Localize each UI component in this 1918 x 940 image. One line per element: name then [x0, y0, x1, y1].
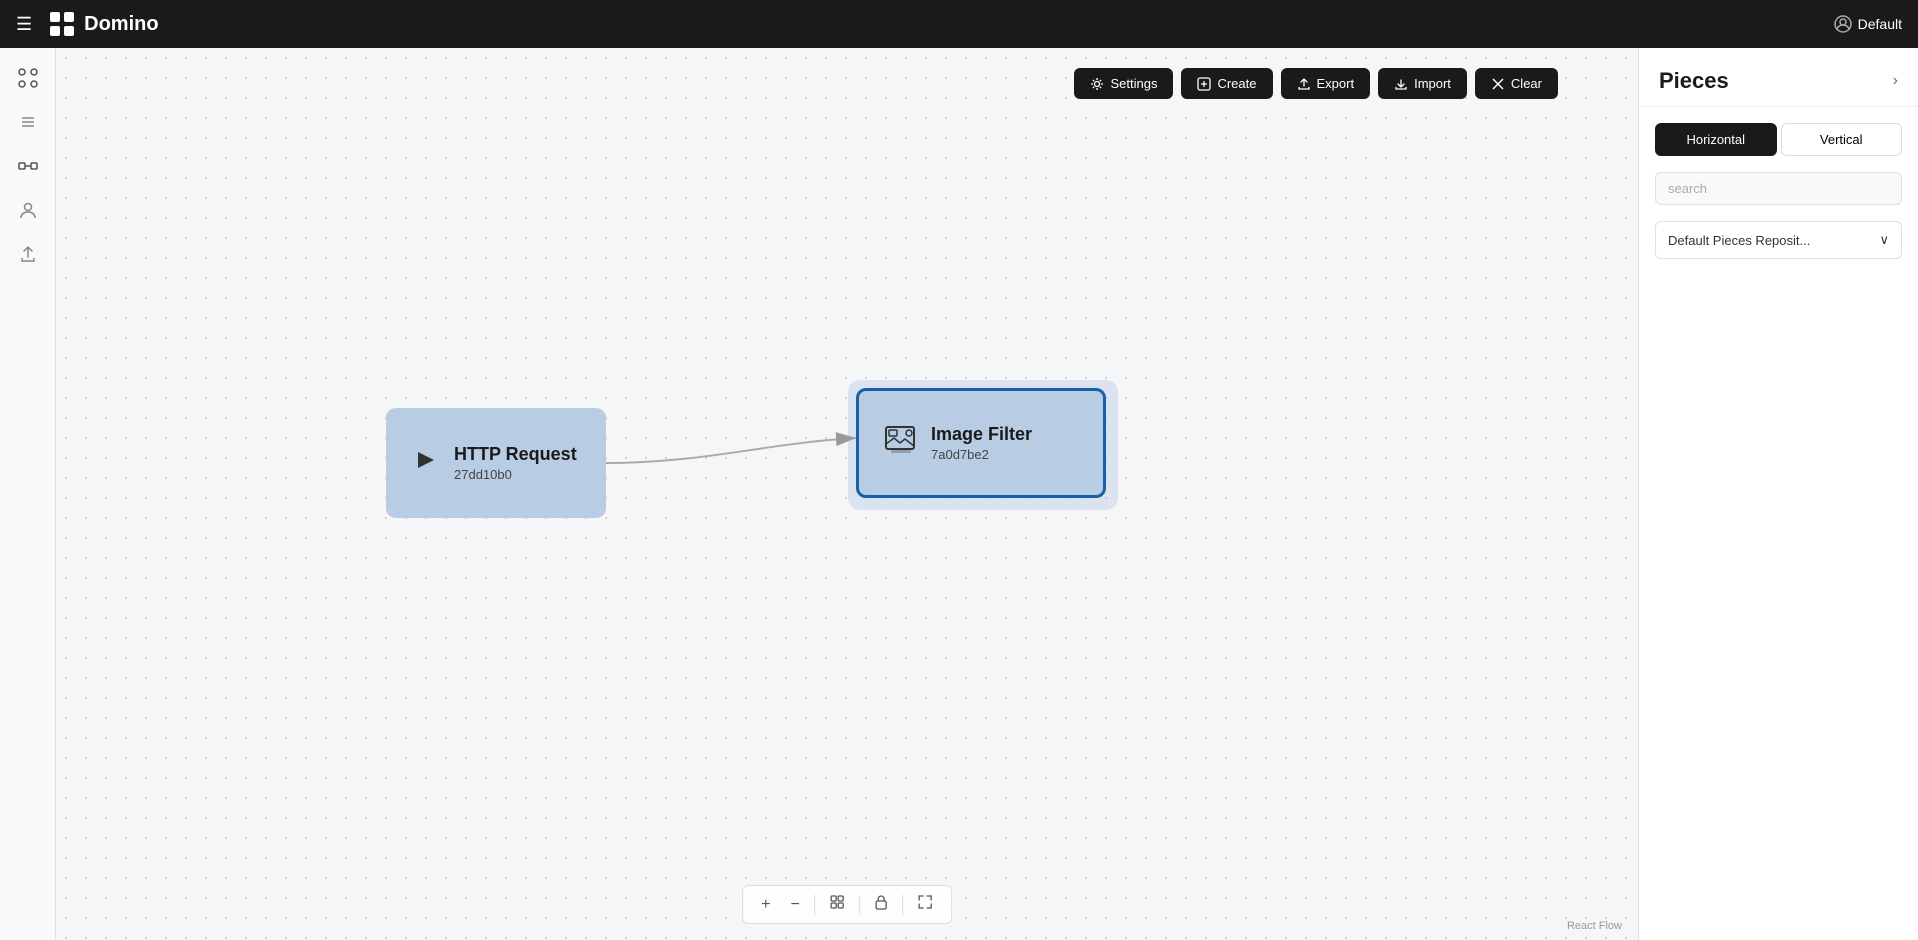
settings-label: Settings [1110, 76, 1157, 91]
chevron-down-icon: ∨ [1879, 232, 1889, 248]
sidebar-item-flow[interactable] [10, 148, 46, 184]
clear-icon [1491, 77, 1505, 91]
app-logo: Domino [48, 10, 158, 38]
export-label: Export [1317, 76, 1355, 91]
logo-icon [48, 10, 76, 38]
http-node-id: 27dd10b0 [454, 467, 577, 482]
clear-button[interactable]: Clear [1475, 68, 1558, 99]
create-label: Create [1217, 76, 1256, 91]
zoom-out-button[interactable]: − [785, 892, 806, 918]
create-icon [1197, 77, 1211, 91]
canvas-controls: + − [742, 885, 952, 924]
app-logo-text: Domino [84, 13, 158, 36]
user-menu[interactable]: Default [1834, 15, 1902, 33]
panel-collapse-button[interactable]: › [1893, 72, 1898, 90]
sidebar-item-export[interactable] [10, 236, 46, 272]
import-icon [1394, 77, 1408, 91]
lock-button[interactable] [868, 890, 894, 919]
nodes-icon [18, 68, 38, 88]
export-button[interactable]: Export [1281, 68, 1371, 99]
import-button[interactable]: Import [1378, 68, 1467, 99]
import-label: Import [1414, 76, 1451, 91]
dropdown-label: Default Pieces Reposit... [1668, 233, 1810, 248]
canvas-area[interactable]: Settings Create Export [56, 48, 1638, 940]
zoom-in-button[interactable]: + [755, 892, 776, 918]
panel-header: Pieces › [1639, 48, 1918, 107]
controls-divider-2 [859, 895, 860, 915]
clear-label: Clear [1511, 76, 1542, 91]
arrow-right-icon [410, 444, 442, 476]
fullscreen-icon [917, 894, 933, 910]
right-panel: Pieces › Horizontal Vertical Default Pie… [1638, 48, 1918, 940]
http-node-content: HTTP Request 27dd10b0 [454, 444, 577, 482]
http-node-title: HTTP Request [454, 444, 577, 465]
create-button[interactable]: Create [1181, 68, 1272, 99]
flow-icon [18, 156, 38, 176]
hamburger-menu-button[interactable]: ☰ [16, 14, 32, 35]
panel-title: Pieces [1659, 68, 1729, 94]
top-nav: ☰ Domino Default [0, 0, 1918, 48]
tab-horizontal[interactable]: Horizontal [1655, 123, 1777, 156]
fit-view-icon [829, 894, 845, 910]
lock-icon [874, 894, 888, 910]
image-node-title: Image Filter [931, 424, 1032, 445]
user-label: Default [1858, 16, 1902, 32]
canvas-background [56, 48, 1638, 940]
tab-vertical[interactable]: Vertical [1781, 123, 1903, 156]
controls-divider-1 [814, 895, 815, 915]
sidebar-item-user[interactable] [10, 192, 46, 228]
image-filter-icon [883, 422, 919, 458]
settings-button[interactable]: Settings [1074, 68, 1173, 99]
user-icon [18, 200, 38, 220]
image-node-icon [883, 422, 919, 465]
export-icon [18, 244, 38, 264]
controls-divider-3 [902, 895, 903, 915]
image-filter-node[interactable]: Image Filter 7a0d7be2 [856, 388, 1106, 498]
http-request-node[interactable]: HTTP Request 27dd10b0 [386, 408, 606, 518]
image-node-content: Image Filter 7a0d7be2 [931, 424, 1032, 462]
main-layout: Settings Create Export [0, 48, 1918, 940]
search-input[interactable] [1655, 172, 1902, 205]
panel-search [1655, 172, 1902, 205]
canvas-toolbar: Settings Create Export [1074, 68, 1558, 99]
sidebar-item-nodes[interactable] [10, 60, 46, 96]
tab-vertical-label: Vertical [1820, 132, 1863, 147]
settings-icon [1090, 77, 1104, 91]
list-icon [18, 112, 38, 132]
export-btn-icon [1297, 77, 1311, 91]
tab-horizontal-label: Horizontal [1686, 132, 1745, 147]
image-node-id: 7a0d7be2 [931, 447, 1032, 462]
fit-view-button[interactable] [823, 890, 851, 919]
sidebar-item-list[interactable] [10, 104, 46, 140]
fullscreen-button[interactable] [911, 890, 939, 919]
left-sidebar [0, 48, 56, 940]
react-flow-attribution: React Flow [1567, 920, 1622, 932]
http-node-icon [410, 444, 442, 483]
pieces-repository-dropdown[interactable]: Default Pieces Reposit... ∨ [1655, 221, 1902, 259]
panel-tabs: Horizontal Vertical [1655, 123, 1902, 156]
user-circle-icon [1834, 15, 1852, 33]
